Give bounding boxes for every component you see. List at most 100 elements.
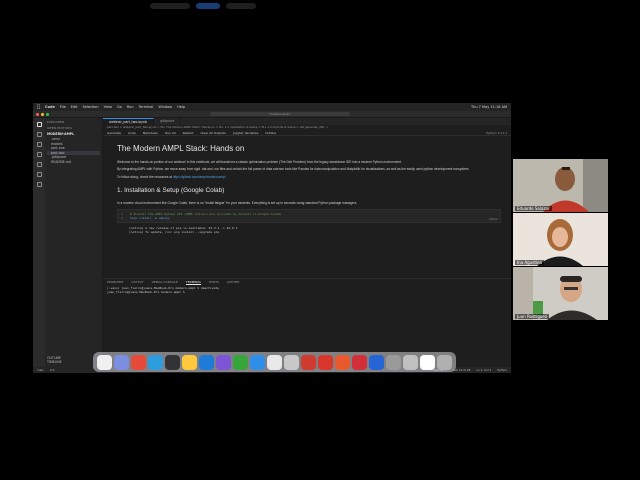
add-markdown-button[interactable]: Markdown [143, 130, 159, 135]
dock-app-icon[interactable] [420, 354, 435, 370]
mac-menubar:  Code File Edit Selection View Go Run T… [33, 103, 511, 111]
menu-go[interactable]: Go [117, 105, 122, 109]
add-code-button[interactable]: Code [128, 130, 136, 135]
cell-language-label[interactable]: Python [489, 217, 498, 221]
code-cell[interactable]: 1 # Install the AMPL Python API (AMPL Sol… [117, 208, 501, 224]
cell-output: [notice] A new release of pip is availab… [117, 226, 501, 234]
output-line: [notice] To update, run: pip install --u… [129, 230, 220, 235]
tab-debug-console[interactable]: DEBUG CONSOLE [152, 279, 178, 285]
tab-notebook[interactable]: webinar_part_two.ipynb [103, 118, 155, 125]
vscode-titlebar: modern-ampl [33, 111, 511, 118]
run-all-button[interactable]: Run All [165, 130, 175, 135]
dock-app-icon[interactable] [148, 354, 163, 370]
dock-app-icon[interactable] [131, 354, 146, 370]
dock-app-icon[interactable] [182, 354, 197, 370]
tab-output[interactable]: OUTPUT [131, 279, 143, 285]
command-search-input[interactable]: modern-ampl [209, 112, 350, 116]
dock-app-icon[interactable] [318, 354, 333, 370]
run-debug-icon[interactable] [36, 152, 42, 157]
dock-app-icon[interactable] [369, 354, 384, 370]
notebook-title: The Modern AMPL Stack: Hands on [117, 144, 245, 153]
dock-app-icon[interactable] [403, 354, 418, 370]
dock-app-icon[interactable] [386, 354, 401, 370]
menu-help[interactable]: Help [177, 105, 185, 109]
code-line: 2 %pip install -U amplpy [121, 215, 170, 220]
resources-link[interactable]: https://github.com/ampl/modern-ampl [173, 175, 226, 179]
dock-app-icon[interactable] [97, 354, 112, 370]
menubar-app-name[interactable]: Code [45, 105, 55, 109]
dock-app-icon[interactable] [216, 354, 231, 370]
cursor-position[interactable]: Ln 1, Col 1 [476, 367, 491, 373]
workspace-folder[interactable]: MODERN-AMPL [47, 132, 100, 136]
tab-jupyter[interactable]: JUPYTER [227, 279, 239, 285]
apple-icon[interactable]:  [37, 104, 40, 110]
dock-app-icon[interactable] [267, 354, 282, 370]
terminal[interactable]: (.venv) juan_fierro@juans-MacBook-Pro mo… [103, 285, 511, 295]
dock-app-icon[interactable] [233, 354, 248, 370]
menu-selection[interactable]: Selection [83, 105, 99, 109]
menu-window[interactable]: Window [158, 105, 172, 109]
participant-video [513, 267, 608, 320]
dock-app-icon[interactable] [301, 354, 316, 370]
tab-terminal[interactable]: TERMINAL [185, 279, 202, 285]
menu-terminal[interactable]: Terminal [139, 105, 154, 109]
menu-view[interactable]: View [104, 105, 112, 109]
testing-icon[interactable] [36, 172, 42, 177]
share-indicator[interactable] [196, 3, 220, 9]
restart-button[interactable]: Restart [183, 130, 194, 135]
tab-gitignore[interactable]: gitignore [154, 118, 182, 125]
editor-area: webinar_part_two.ipynb gitignore part-tw… [103, 118, 511, 367]
open-editors-section[interactable]: OPEN EDITORS [47, 126, 100, 130]
tab-problems[interactable]: PROBLEMS [107, 279, 123, 285]
meeting-top-bar [0, 0, 640, 100]
dock-app-icon[interactable] [437, 354, 452, 370]
menubar-clock[interactable]: Thu 7 May 11:18 AM [471, 105, 507, 109]
shared-screen:  Code File Edit Selection View Go Run T… [33, 103, 511, 373]
explorer-icon[interactable] [36, 122, 42, 127]
minimize-window-icon[interactable] [41, 112, 44, 116]
dock-app-icon[interactable] [284, 354, 299, 370]
generate-button[interactable]: Generate [107, 130, 121, 135]
language-mode[interactable]: Python [497, 367, 507, 373]
close-window-icon[interactable] [36, 112, 39, 116]
mac-dock [93, 352, 456, 372]
problems-indicator[interactable]: 0 0 [50, 367, 54, 373]
intro-paragraph-2: By integrating AMPL with Python, we move… [117, 167, 470, 172]
participant-video [513, 213, 608, 266]
menu-file[interactable]: File [60, 105, 66, 109]
dock-app-icon[interactable] [114, 354, 129, 370]
participant-video-tile[interactable]: Juan Rodriguez [513, 267, 608, 320]
dock-app-icon[interactable] [199, 354, 214, 370]
jupyter-variables-button[interactable]: Jupyter Variables [233, 130, 258, 135]
meeting-toolbar-pill [226, 3, 256, 9]
explorer-bottom: OUTLINE TIMELINE [47, 356, 62, 365]
vscode-body: EXPLORER OPEN EDITORS MODERN-AMPL .venv … [33, 118, 511, 367]
dock-app-icon[interactable] [335, 354, 350, 370]
section-heading: 1. Installation & Setup (Google Colab) [117, 187, 225, 195]
participant-video-tile[interactable]: Ina Agustina [513, 213, 608, 266]
tab-ports[interactable]: PORTS [209, 279, 219, 285]
participant-video-tile[interactable]: Eduardo Salazar [513, 159, 608, 212]
extensions-icon[interactable] [36, 162, 42, 167]
explorer-header: EXPLORER [47, 120, 65, 124]
dock-app-icon[interactable] [250, 354, 265, 370]
menu-edit[interactable]: Edit [71, 105, 78, 109]
maximize-window-icon[interactable] [46, 112, 49, 116]
file-tree-item[interactable]: README.md [47, 160, 100, 165]
search-icon[interactable] [36, 132, 42, 137]
participant-name: Ina Agustina [515, 260, 544, 265]
meeting-toolbar-pill [150, 3, 190, 9]
kernel-picker[interactable]: Python 3.11.1 [486, 130, 511, 135]
branch-indicator[interactable]: main [37, 367, 44, 373]
remote-icon[interactable] [36, 182, 42, 187]
source-control-icon[interactable] [36, 142, 42, 147]
dock-app-icon[interactable] [165, 354, 180, 370]
notebook-content: The Modern AMPL Stack: Hands on Welcome … [103, 136, 511, 234]
menu-run[interactable]: Run [127, 105, 134, 109]
resources-paragraph: To follow along, check the resources at … [117, 175, 501, 179]
activity-bar [33, 118, 45, 367]
timeline-section[interactable]: TIMELINE [47, 360, 62, 365]
outline-button[interactable]: Outline [265, 130, 276, 135]
dock-app-icon[interactable] [352, 354, 367, 370]
clear-outputs-button[interactable]: Clear All Outputs [200, 130, 225, 135]
